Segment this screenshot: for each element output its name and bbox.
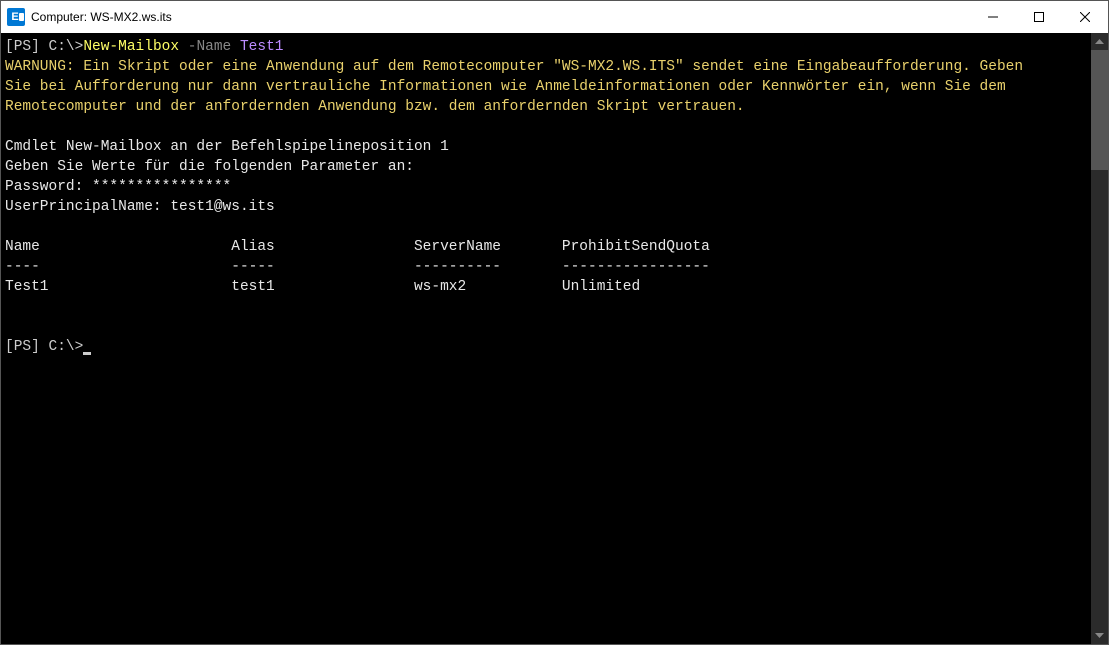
password-line: Password: **************** [5,179,231,195]
terminal-area: [PS] C:\>New-Mailbox -Name Test1 WARNUNG… [1,33,1108,644]
prompt: [PS] C:\> [5,339,83,355]
minimize-button[interactable] [970,1,1016,33]
output-line: Cmdlet New-Mailbox an der Befehlspipelin… [5,139,449,155]
command: New-Mailbox [83,39,179,55]
table-header: Name Alias ServerName ProhibitSendQuota [5,239,710,255]
titlebar[interactable]: Computer: WS-MX2.ws.its [1,1,1108,33]
table-separator: ---- ----- ---------- ----------------- [5,259,710,275]
output-line: Geben Sie Werte für die folgenden Parame… [5,159,414,175]
scroll-thumb[interactable] [1091,50,1108,170]
app-window: Computer: WS-MX2.ws.its [PS] C:\>New-Mai… [0,0,1109,645]
warning-line: WARNUNG: Ein Skript oder eine Anwendung … [5,59,1032,75]
table-row: Test1 test1 ws-mx2 Unlimited [5,279,640,295]
prompt: [PS] C:\> [5,39,83,55]
upn-line: UserPrincipalName: test1@ws.its [5,199,275,215]
scroll-up-button[interactable] [1091,33,1108,50]
window-controls [970,1,1108,33]
window-title: Computer: WS-MX2.ws.its [31,10,172,24]
scrollbar[interactable] [1091,33,1108,644]
maximize-button[interactable] [1016,1,1062,33]
scroll-down-button[interactable] [1091,627,1108,644]
command-param: -Name [179,39,231,55]
app-icon [7,8,25,26]
close-button[interactable] [1062,1,1108,33]
terminal[interactable]: [PS] C:\>New-Mailbox -Name Test1 WARNUNG… [1,33,1091,644]
warning-line: Sie bei Aufforderung nur dann vertraulic… [5,79,1014,95]
warning-line: Remotecomputer und der anfordernden Anwe… [5,99,745,115]
scroll-track[interactable] [1091,50,1108,627]
cursor [83,352,91,355]
command-arg: Test1 [231,39,283,55]
